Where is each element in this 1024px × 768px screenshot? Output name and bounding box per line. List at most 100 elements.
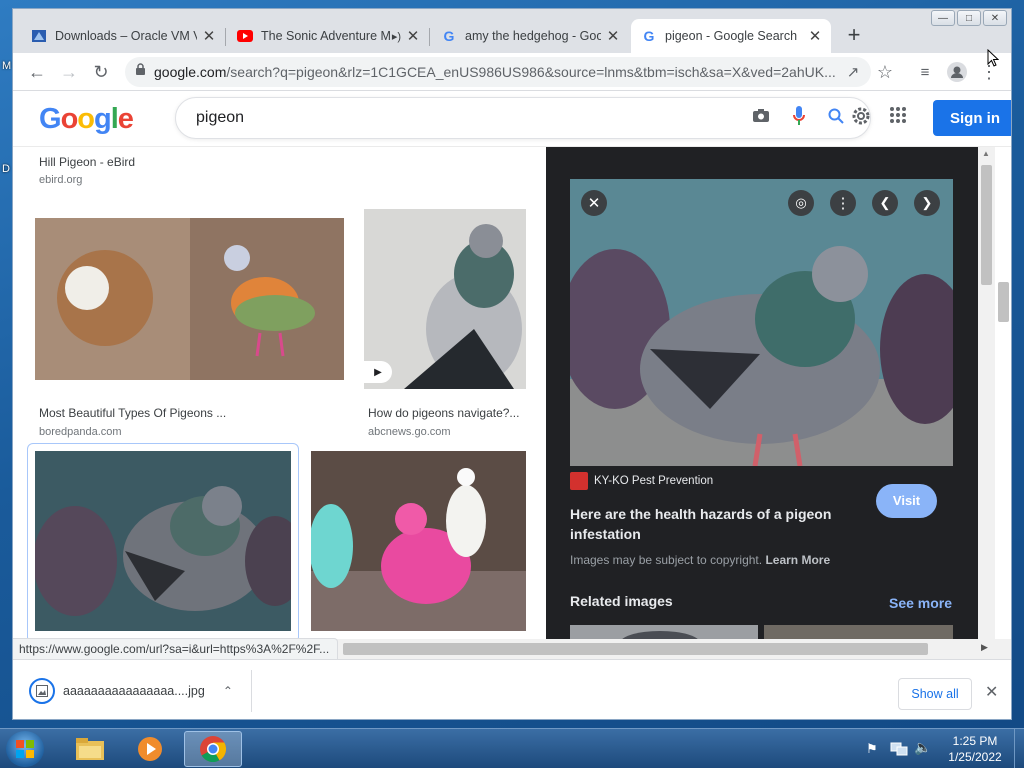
youtube-icon xyxy=(237,28,253,44)
scroll-up-icon[interactable]: ▲ xyxy=(982,149,990,158)
preview-image[interactable]: ✕ ◎ ⋮ ❮ ❯ xyxy=(570,179,953,466)
logo-letter: G xyxy=(39,103,62,135)
result-image-beautiful-pigeons[interactable] xyxy=(35,218,344,380)
virtualbox-icon xyxy=(31,28,47,44)
search-icon[interactable] xyxy=(828,108,844,129)
profile-icon[interactable] xyxy=(945,60,969,84)
tab-amy[interactable]: G amy the hedgehog - Goo ✕ xyxy=(431,19,629,53)
close-icon[interactable]: ✕ xyxy=(581,190,607,216)
tab-strip: Downloads – Oracle VM V ✕ The Sonic Adve… xyxy=(13,19,1011,53)
new-tab-button[interactable]: + xyxy=(841,23,867,49)
image-file-icon xyxy=(29,678,55,704)
scroll-thumb[interactable] xyxy=(998,282,1009,322)
result-top[interactable]: Hill Pigeon - eBird ebird.org xyxy=(39,155,135,186)
scroll-thumb[interactable] xyxy=(343,643,928,655)
copyright-text: Images may be subject to copyright. xyxy=(570,553,763,567)
visit-button[interactable]: Visit xyxy=(876,484,937,518)
bookmark-star-icon[interactable]: ☆ xyxy=(873,60,897,84)
clock-date: 1/25/2022 xyxy=(948,750,1002,764)
settings-gear-icon[interactable] xyxy=(850,105,872,132)
tray-flag-icon[interactable]: ⚑ xyxy=(866,741,882,757)
result-caption[interactable]: How do pigeons navigate?... abcnews.go.c… xyxy=(368,406,519,438)
start-button[interactable] xyxy=(6,731,44,767)
lock-icon[interactable] xyxy=(135,63,146,81)
apps-grid-icon[interactable] xyxy=(889,106,913,130)
logo-letter: l xyxy=(110,103,119,135)
page-scrollbar[interactable] xyxy=(995,147,1011,651)
tab-title: The Sonic Adventure M xyxy=(261,29,390,43)
tab-close-icon[interactable]: ✕ xyxy=(201,27,217,45)
chevron-left-icon[interactable]: ❮ xyxy=(872,190,898,216)
chevron-right-icon[interactable]: ❯ xyxy=(914,190,940,216)
microphone-icon[interactable] xyxy=(792,105,806,131)
tab-close-icon[interactable]: ✕ xyxy=(807,27,823,45)
logo-letter: o xyxy=(60,103,79,135)
google-header: Google pigeon Sign in xyxy=(13,91,1011,147)
source-name[interactable]: KY-KO Pest Prevention xyxy=(594,475,713,487)
site-favicon xyxy=(570,472,588,490)
panel-title[interactable]: Here are the health hazards of a pigeon … xyxy=(570,504,860,544)
search-input[interactable]: pigeon xyxy=(196,109,752,127)
panel-source[interactable]: KY-KO Pest Prevention xyxy=(570,472,713,490)
media-player-icon[interactable] xyxy=(128,733,172,765)
clock-time: 1:25 PM xyxy=(952,734,998,748)
chrome-window: — □ ✕ Downloads – Oracle VM V ✕ The Soni… xyxy=(12,8,1012,720)
url-text[interactable]: google.com/search?q=pigeon&rlz=1C1GCEA_e… xyxy=(154,64,844,80)
file-explorer-icon[interactable] xyxy=(68,733,112,765)
speaker-icon[interactable]: ▸) xyxy=(392,30,401,43)
desktop-label: D xyxy=(2,163,10,175)
see-more-link[interactable]: See more xyxy=(889,595,952,611)
tab-title: Downloads – Oracle VM V xyxy=(55,29,197,43)
lens-icon[interactable]: ◎ xyxy=(788,190,814,216)
logo-letter: e xyxy=(117,103,134,135)
download-item[interactable]: aaaaaaaaaaaaaaaa....jpg ⌃ xyxy=(29,672,253,710)
tab-sonic[interactable]: The Sonic Adventure M ▸) ✕ xyxy=(227,19,429,53)
download-filename[interactable]: aaaaaaaaaaaaaaaa....jpg xyxy=(63,684,205,698)
tab-downloads[interactable]: Downloads – Oracle VM V ✕ xyxy=(21,19,225,53)
result-title[interactable]: Hill Pigeon - eBird xyxy=(39,155,135,169)
tray-volume-icon[interactable]: 🔈 xyxy=(914,739,932,757)
result-image-pink-pigeon[interactable] xyxy=(311,451,526,631)
omnibox[interactable]: google.com/search?q=pigeon&rlz=1C1GCEA_e… xyxy=(125,57,871,87)
tab-close-icon[interactable]: ✕ xyxy=(605,27,621,45)
result-image-selected[interactable] xyxy=(35,451,291,631)
related-images-heading: Related images xyxy=(570,593,673,609)
share-icon[interactable]: ↗ xyxy=(841,60,865,84)
sign-in-button[interactable]: Sign in xyxy=(933,100,1011,136)
tab-pigeon[interactable]: G pigeon - Google Search ✕ xyxy=(631,19,831,53)
url-host: google.com xyxy=(154,64,227,80)
tab-separator xyxy=(225,28,226,46)
google-logo[interactable]: Google xyxy=(39,103,134,136)
google-g-icon: G xyxy=(443,28,455,44)
camera-icon[interactable] xyxy=(752,108,770,128)
video-play-icon[interactable]: ▶ xyxy=(364,361,392,383)
tab-close-icon[interactable]: ✕ xyxy=(405,27,421,45)
result-title[interactable]: Most Beautiful Types Of Pigeons ... xyxy=(39,406,226,420)
mouse-cursor xyxy=(987,48,1000,67)
show-desktop-button[interactable] xyxy=(1014,729,1024,768)
result-caption[interactable]: Most Beautiful Types Of Pigeons ... bore… xyxy=(39,406,226,438)
back-icon[interactable]: ← xyxy=(25,60,49,84)
result-title[interactable]: How do pigeons navigate?... xyxy=(368,406,519,420)
reload-icon[interactable]: ↻ xyxy=(89,60,113,84)
show-all-button[interactable]: Show all xyxy=(898,678,972,710)
learn-more-link[interactable]: Learn More xyxy=(765,553,830,567)
tray-network-icon[interactable] xyxy=(890,741,908,757)
media-control-icon[interactable]: ≡ xyxy=(913,60,937,84)
result-image-navigate[interactable]: ▶ xyxy=(364,209,526,389)
close-download-bar-icon[interactable]: ✕ xyxy=(985,682,998,702)
image-preview-panel: ✕ ◎ ⋮ ❮ ❯ KY-KO Pest Prevention Here are… xyxy=(546,147,978,651)
search-box[interactable]: pigeon xyxy=(175,97,871,139)
forward-icon[interactable]: → xyxy=(57,60,81,84)
chevron-up-icon[interactable]: ⌃ xyxy=(223,684,233,698)
scroll-right-icon[interactable]: ▶ xyxy=(981,642,988,653)
taskbar: ⚑ 🔈 1:25 PM 1/25/2022 xyxy=(0,728,1024,768)
logo-letter: o xyxy=(77,103,95,135)
tab-title: amy the hedgehog - Goo xyxy=(465,29,601,43)
panel-scrollbar[interactable]: ▲ ▼ xyxy=(978,147,995,651)
scroll-thumb[interactable] xyxy=(981,165,992,285)
clock[interactable]: 1:25 PM 1/25/2022 xyxy=(940,733,1010,765)
more-vert-icon[interactable]: ⋮ xyxy=(830,190,856,216)
copyright-notice: Images may be subject to copyright. Lear… xyxy=(570,553,830,567)
chrome-taskbar-icon[interactable] xyxy=(184,731,242,767)
